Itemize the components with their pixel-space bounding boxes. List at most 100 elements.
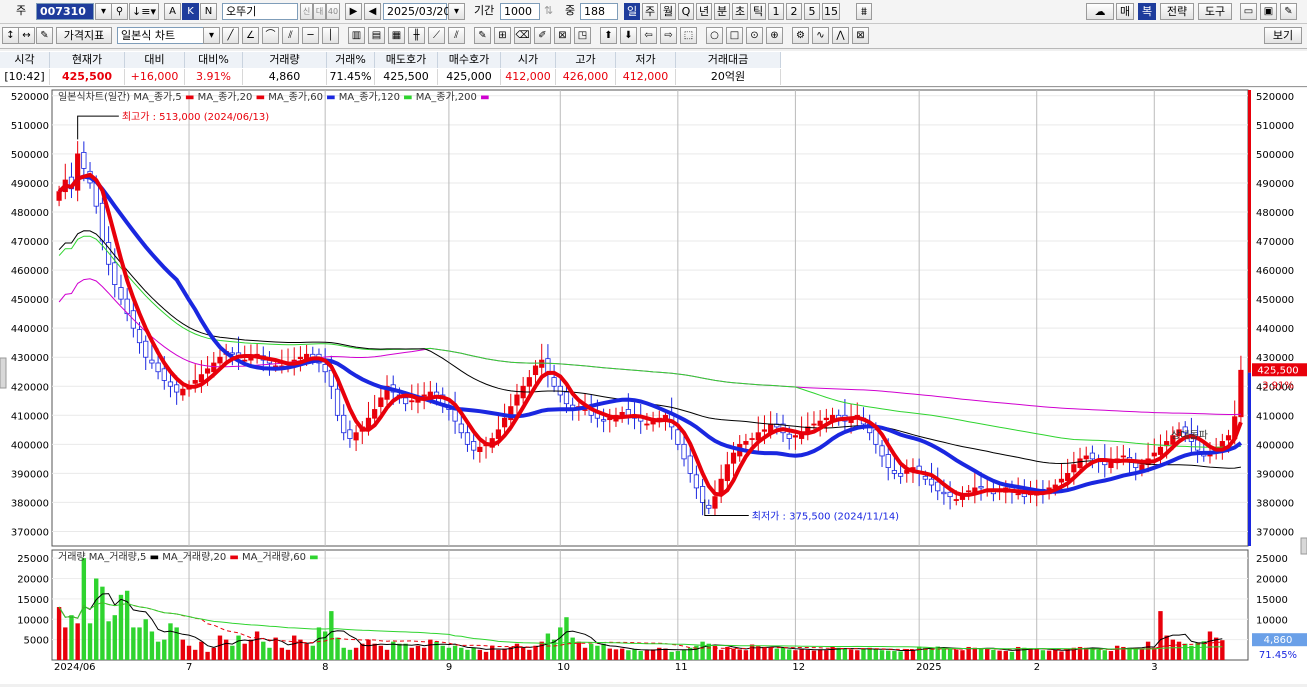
volume-bar (248, 639, 254, 660)
drawing-tool-icon-24[interactable]: □ (726, 27, 743, 44)
volume-tick-left: 10000 (17, 615, 49, 626)
drawing-tool-icon-15[interactable]: ✐ (534, 27, 551, 44)
drawing-tool-icon-20[interactable]: ⇦ (640, 27, 657, 44)
stock-name-field[interactable]: 오뚜기 (222, 3, 298, 20)
right-button-0[interactable]: 매 (1116, 3, 1134, 20)
save-icon[interactable]: ▣ (1260, 3, 1277, 20)
drawing-tool-icon-1[interactable]: ∠ (242, 27, 259, 44)
volume-bar (502, 648, 507, 660)
drawing-tool-icon-3[interactable]: ⫽ (282, 27, 299, 44)
drawing-tool-icon-22[interactable]: ⬚ (680, 27, 697, 44)
drawing-tool-icon-30[interactable]: ⊠ (852, 27, 869, 44)
timeframe-7[interactable]: 틱 (750, 3, 766, 20)
drawing-tool-icon-25[interactable]: ⊙ (746, 27, 763, 44)
drawing-tool-icon-7[interactable]: ▤ (368, 27, 385, 44)
drawing-tool-icon-10[interactable]: ⟋ (428, 27, 445, 44)
price-tick-right: 460000 (1256, 266, 1294, 277)
drawing-tool-icon-8[interactable]: ▦ (388, 27, 405, 44)
timeframe-8[interactable]: 1 (768, 3, 784, 20)
mode-n-button[interactable]: N (200, 3, 217, 20)
price-tick-left: 520000 (11, 92, 49, 103)
indicator-button[interactable]: 가격지표 (56, 27, 112, 44)
volume-bar (230, 645, 235, 660)
view-button[interactable]: 보기 (1264, 27, 1302, 44)
drawing-tool-icon-23[interactable]: ○ (706, 27, 723, 44)
volume-bar (446, 647, 452, 660)
chart-type-icon[interactable]: ⩩ (856, 3, 872, 20)
code-dropdown-icon[interactable]: ▾ (95, 3, 112, 20)
folder-icon[interactable]: ▭ (1240, 3, 1257, 20)
code-label: 주 (16, 4, 27, 17)
sort-icon[interactable]: ↓≡▾ (129, 3, 159, 20)
date-field[interactable]: 2025/03/20 (383, 3, 450, 20)
spin-icon[interactable]: ⇅ (544, 3, 553, 20)
drawing-tool-icon-18[interactable]: ⬆ (600, 27, 617, 44)
volume-bar (397, 643, 402, 660)
price-tick-right: 490000 (1256, 179, 1294, 190)
drawing-tool-icon-6[interactable]: ▥ (348, 27, 365, 44)
next-arrow-icon[interactable]: ▶ (345, 3, 362, 20)
timeframe-3[interactable]: Q (678, 3, 694, 20)
volume-bar (873, 649, 879, 660)
scroll-left-right-icon[interactable]: ↔ (18, 27, 35, 44)
x-tick-label: 11 (675, 662, 688, 673)
chart-type-dropdown-icon[interactable]: ▾ (203, 27, 220, 44)
chart-area[interactable]: 520000 520000 510000 510000 500000 500000 4900… (0, 88, 1307, 684)
drawing-tool-icon-16[interactable]: ⊠ (554, 27, 571, 44)
timeframe-5[interactable]: 분 (714, 3, 730, 20)
timeframe-6[interactable]: 초 (732, 3, 748, 20)
timeframe-11[interactable]: 15 (822, 3, 840, 20)
count-input[interactable]: 188 (580, 3, 618, 20)
volume-bar (570, 637, 575, 660)
timeframe-10[interactable]: 5 (804, 3, 820, 20)
drawing-tool-icon-26[interactable]: ⊕ (766, 27, 783, 44)
drawing-tool-icon-4[interactable]: ─ (302, 27, 319, 44)
search-icon[interactable]: ⚲ (111, 3, 128, 20)
candle-body (928, 478, 935, 486)
mode-a-button[interactable]: A (164, 3, 181, 20)
timeframe-2[interactable]: 월 (660, 3, 676, 20)
scroll-up-down-icon[interactable]: ↕ (2, 27, 19, 44)
timeframe-9[interactable]: 2 (786, 3, 802, 20)
candle-body (724, 464, 730, 482)
drawing-tool-icon-9[interactable]: ╫ (408, 27, 425, 44)
calendar-dropdown-icon[interactable]: ▾ (448, 3, 465, 20)
stock-code-input[interactable]: 007310 (36, 3, 94, 20)
volume-tick-right: 20000 (1256, 575, 1288, 586)
drawing-tool-icon-17[interactable]: ◳ (574, 27, 591, 44)
right-button-1[interactable]: 복 (1138, 3, 1156, 20)
timeframe-0[interactable]: 일 (624, 3, 640, 20)
period-input[interactable]: 1000 (500, 3, 540, 20)
drawing-tool-icon-5[interactable]: │ (322, 27, 339, 44)
mode-k-button[interactable]: K (182, 3, 199, 20)
volume-bar (1158, 611, 1163, 660)
volume-bar (632, 649, 637, 660)
drawing-tool-icon-0[interactable]: ╱ (222, 27, 239, 44)
timeframe-4[interactable]: 년 (696, 3, 712, 20)
volume-bar (669, 651, 674, 660)
drawing-tool-icon-29[interactable]: ⋀ (832, 27, 849, 44)
stock-chart[interactable]: 520000 520000 510000 510000 500000 500000 4900… (0, 88, 1307, 684)
edit-icon[interactable]: ✎ (36, 27, 53, 44)
drawing-tool-icon-2[interactable]: ⌒ (262, 27, 279, 44)
candle-body (823, 417, 829, 421)
price-tick-right: 430000 (1256, 353, 1294, 364)
drawing-tool-icon-21[interactable]: ⇨ (660, 27, 677, 44)
drawing-tool-icon-19[interactable]: ⬇ (620, 27, 637, 44)
candle-body (136, 329, 143, 344)
drawing-tool-icon-27[interactable]: ⚙ (792, 27, 809, 44)
drawing-tool-icon-14[interactable]: ⌫ (514, 27, 531, 44)
chart-type-select[interactable]: 일본식 차트 (117, 27, 205, 44)
drawing-tool-icon-12[interactable]: ✎ (474, 27, 491, 44)
right-button-2[interactable]: 전략 (1160, 3, 1194, 20)
cloud-icon[interactable]: ☁ (1086, 3, 1114, 20)
volume-bar (1139, 649, 1145, 660)
drawing-tool-icon-28[interactable]: ∿ (812, 27, 829, 44)
wrench-icon[interactable]: ✎ (1280, 3, 1297, 20)
prev-arrow-icon[interactable]: ◀ (364, 3, 381, 20)
right-button-3[interactable]: 도구 (1198, 3, 1232, 20)
timeframe-1[interactable]: 주 (642, 3, 658, 20)
x-tick-label: 3 (1151, 662, 1157, 673)
drawing-tool-icon-13[interactable]: ⊞ (494, 27, 511, 44)
drawing-tool-icon-11[interactable]: ⫽ (448, 27, 465, 44)
